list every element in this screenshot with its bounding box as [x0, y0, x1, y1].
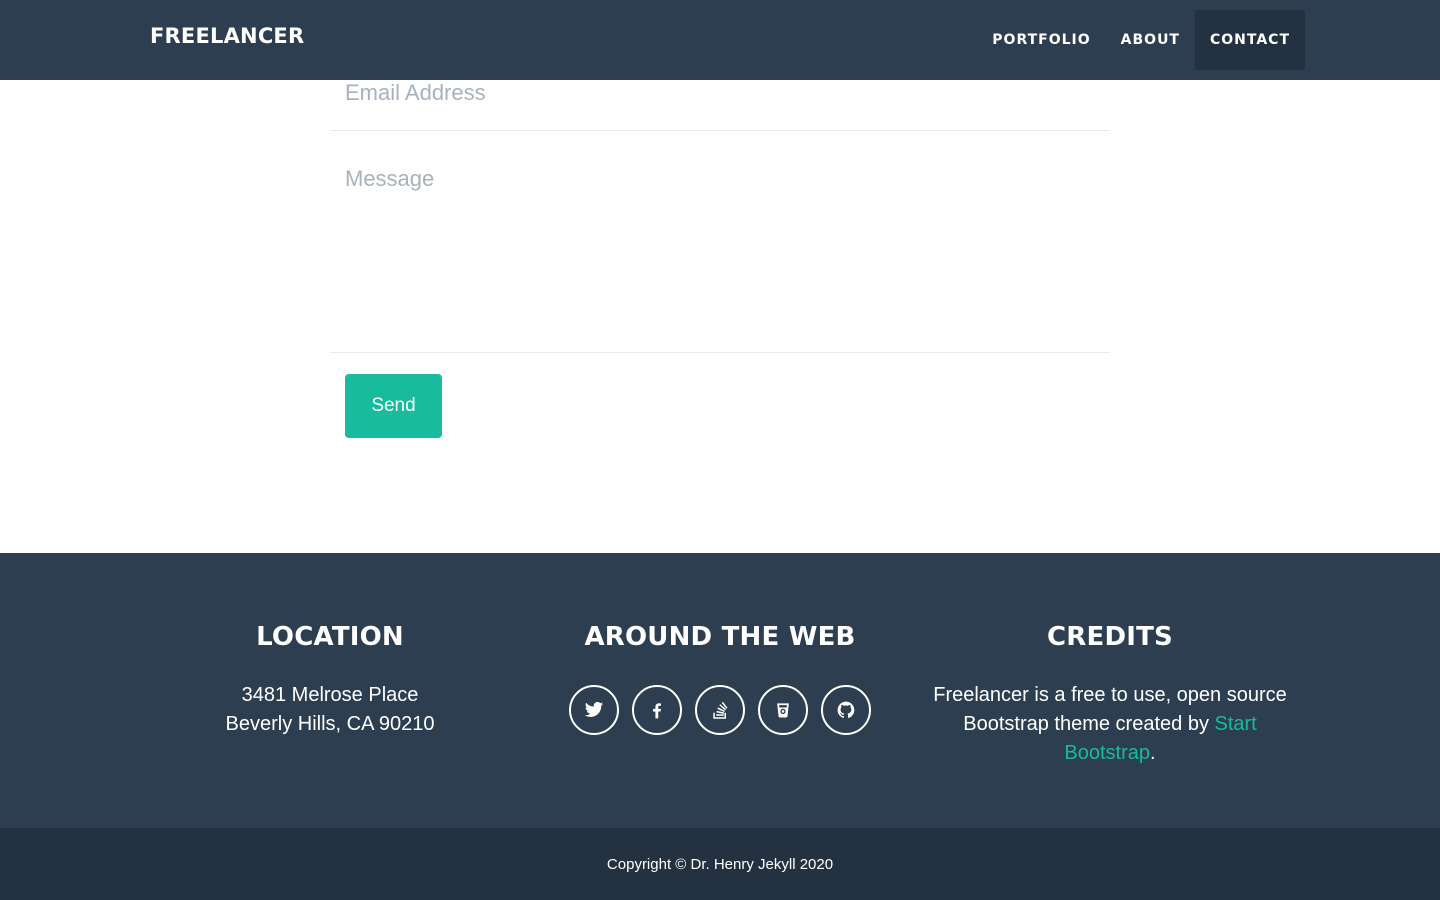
nav-links: PORTFOLIO ABOUT CONTACT [977, 10, 1305, 70]
copyright-text: Copyright © Dr. Henry Jekyll 2020 [606, 855, 834, 873]
credits-heading: CREDITS [1047, 622, 1173, 652]
facebook-icon[interactable] [632, 685, 682, 735]
twitter-icon[interactable] [569, 685, 619, 735]
location-address: 3481 Melrose Place Beverly Hills, CA 902… [135, 681, 525, 739]
footer-around-the-web: AROUND THE WEB [525, 621, 915, 735]
web-heading: AROUND THE WEB [584, 622, 856, 652]
stack-overflow-icon[interactable] [695, 685, 745, 735]
nav-link-portfolio[interactable]: PORTFOLIO [977, 10, 1105, 70]
credits-text: Freelancer is a free to use, open source… [915, 681, 1305, 768]
untappd-icon[interactable] [758, 685, 808, 735]
location-heading: LOCATION [256, 622, 404, 652]
copyright-bar: Copyright © Dr. Henry Jekyll 2020 [0, 828, 1440, 900]
credits-text-after: . [1150, 742, 1156, 764]
message-field[interactable] [345, 166, 1095, 336]
footer-location: LOCATION 3481 Melrose Place Beverly Hill… [135, 621, 525, 739]
github-icon[interactable] [821, 685, 871, 735]
top-navbar: FREELANCER PORTFOLIO ABOUT CONTACT [0, 0, 1440, 80]
message-field-group [330, 131, 1110, 353]
nav-link-contact[interactable]: CONTACT [1194, 10, 1305, 70]
send-button[interactable]: Send [345, 374, 442, 438]
address-line-2: Beverly Hills, CA 90210 [225, 713, 435, 735]
email-field[interactable] [345, 78, 1095, 108]
social-links [525, 685, 915, 735]
footer: LOCATION 3481 Melrose Place Beverly Hill… [0, 553, 1440, 828]
nav-link-about[interactable]: ABOUT [1106, 10, 1195, 70]
address-line-1: 3481 Melrose Place [241, 684, 419, 706]
brand-logo[interactable]: FREELANCER [150, 24, 304, 48]
footer-credits: CREDITS Freelancer is a free to use, ope… [915, 621, 1305, 768]
